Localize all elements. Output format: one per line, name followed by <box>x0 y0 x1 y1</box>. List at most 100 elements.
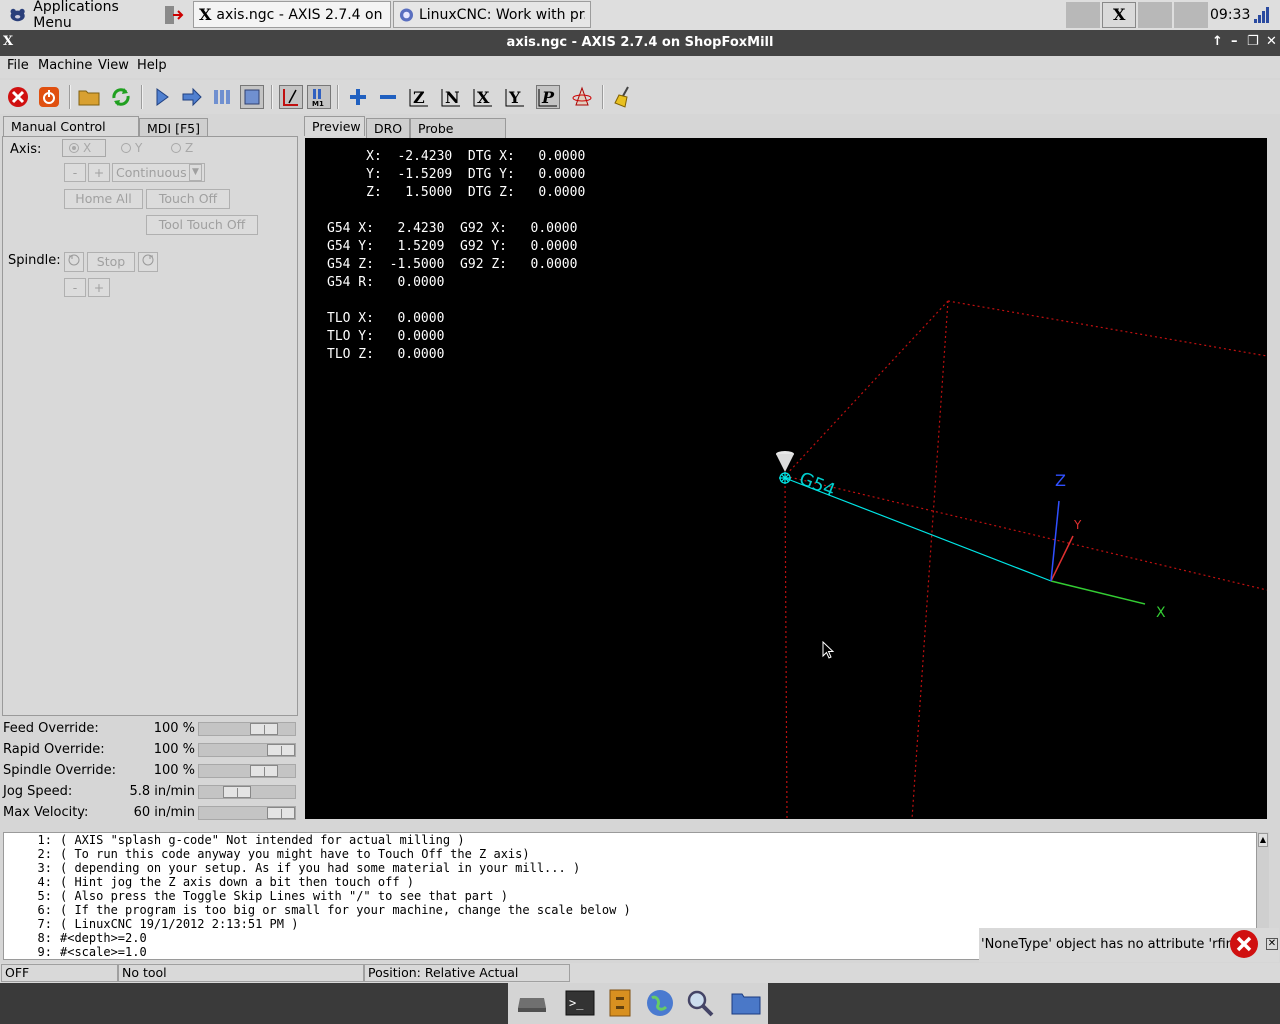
menu-machine[interactable]: Machine <box>38 58 92 73</box>
spindle-faster-button[interactable]: + <box>88 278 110 297</box>
tab-mdi[interactable]: MDI [F5] <box>139 118 208 138</box>
view-y-button[interactable]: Y <box>503 85 527 109</box>
gcode-line[interactable]: 1: ( AXIS "splash g-code" Not intended fo… <box>4 833 1256 847</box>
web-browser-icon[interactable] <box>644 988 676 1018</box>
tab-manual-control[interactable]: Manual Control [F3] <box>3 116 139 153</box>
always-on-top-icon[interactable]: ↑ <box>1212 34 1223 49</box>
view-x-button[interactable]: X <box>471 85 495 109</box>
show-desktop-icon[interactable] <box>516 988 548 1018</box>
pause-program-button[interactable] <box>210 85 234 109</box>
jog-mode-select[interactable]: Continuous ▼ <box>112 163 205 182</box>
preview-canvas[interactable]: X Y Z G54 X: -2.4230 DTG X: 0.0000 Y: -1… <box>305 138 1267 819</box>
spindle-stop-button[interactable]: Stop <box>87 252 135 272</box>
task-browser-window[interactable]: LinuxCNC: Work with pr... <box>393 1 591 28</box>
window-titlebar[interactable]: X axis.ngc - AXIS 2.7.4 on ShopFoxMill ↑… <box>0 30 1280 56</box>
reload-file-button[interactable] <box>109 85 133 109</box>
gcode-line[interactable]: 3: ( depending on your setup. As if you h… <box>4 861 1256 875</box>
minimize-icon[interactable]: – <box>1231 34 1238 49</box>
xfce-mouse-icon <box>10 8 25 21</box>
override-slider[interactable] <box>198 764 296 778</box>
tab-probe-screen[interactable]: Probe Screen <box>410 118 506 155</box>
axis-z-radio[interactable]: Z <box>171 141 193 155</box>
spindle-reverse-button[interactable] <box>64 252 84 272</box>
estop-icon <box>8 87 28 107</box>
tab-preview[interactable]: Preview <box>304 116 365 136</box>
folder-icon[interactable] <box>730 988 762 1018</box>
app-finder-icon[interactable] <box>684 988 716 1018</box>
zoom-out-icon <box>380 95 396 99</box>
slider-thumb[interactable] <box>267 807 295 819</box>
clear-backplot-button[interactable] <box>612 85 636 109</box>
status-bar: OFF No tool Position: Relative Actual <box>0 963 1280 983</box>
menu-file[interactable]: File <box>7 58 29 73</box>
jog-minus-button[interactable]: - <box>64 163 86 182</box>
override-slider[interactable] <box>198 785 296 799</box>
axis-x-radio[interactable]: X <box>62 139 106 157</box>
tool-touch-off-button[interactable]: Tool Touch Off <box>146 215 258 235</box>
override-value: 100 % <box>153 721 195 736</box>
optional-stop-button[interactable]: M1 <box>307 85 331 109</box>
toggle-skip-lines-button[interactable] <box>279 85 303 109</box>
scroll-up-icon[interactable]: ▲ <box>1258 833 1268 847</box>
block-delete-icon <box>283 89 298 106</box>
slider-thumb[interactable] <box>223 786 251 798</box>
svg-text:X: X <box>477 88 490 107</box>
slider-thumb[interactable] <box>267 744 295 756</box>
clock[interactable]: 09:33 <box>1210 1 1250 28</box>
line-text: ( Also press the Toggle Skip Lines with … <box>60 889 508 903</box>
zoom-out-button[interactable] <box>376 85 400 109</box>
gcode-line[interactable]: 2: ( To run this code anyway you might ha… <box>4 847 1256 861</box>
file-manager-icon[interactable] <box>604 988 636 1018</box>
open-file-button[interactable] <box>77 85 101 109</box>
dro-line: TLO X: 0.0000 <box>327 311 445 326</box>
gcode-scrollbar[interactable]: ▲ <box>1257 832 1269 932</box>
launcher-icon[interactable] <box>157 1 189 28</box>
slider-thumb[interactable] <box>250 723 278 735</box>
gcode-line[interactable]: 6: ( If the program is too big or small f… <box>4 903 1256 917</box>
view-perspective-button[interactable]: P <box>536 85 560 109</box>
workspace-2[interactable]: X <box>1102 2 1136 28</box>
menu-view[interactable]: View <box>98 58 129 73</box>
override-slider[interactable] <box>198 806 296 820</box>
view-z-button[interactable]: Z <box>407 85 431 109</box>
menu-help[interactable]: Help <box>137 58 167 73</box>
dismiss-error-button[interactable]: ✕ <box>1266 938 1278 950</box>
line-number: 6: <box>37 903 52 917</box>
spindle-slower-button[interactable]: - <box>64 278 86 297</box>
close-window-icon[interactable]: ✕ <box>1266 34 1277 49</box>
override-slider[interactable] <box>198 722 296 736</box>
radio-dot <box>121 143 131 153</box>
override-value: 100 % <box>153 763 195 778</box>
axis-y-radio[interactable]: Y <box>121 141 142 155</box>
axis-y-text: Y <box>1073 518 1082 532</box>
workspace-1[interactable] <box>1066 2 1100 28</box>
spindle-forward-button[interactable] <box>138 252 158 272</box>
step-program-button[interactable] <box>180 85 204 109</box>
radio-dot <box>69 143 79 153</box>
maximize-icon[interactable]: ❐ <box>1247 34 1259 49</box>
workspace-4[interactable] <box>1174 2 1208 28</box>
machine-power-button[interactable] <box>37 85 61 109</box>
stop-program-button[interactable] <box>240 85 264 109</box>
gcode-line[interactable]: 4: ( Hint jog the Z axis down a bit then … <box>4 875 1256 889</box>
override-slider[interactable] <box>198 743 296 757</box>
task-axis-window[interactable]: X axis.ngc - AXIS 2.7.4 on ... <box>193 1 391 28</box>
dro-line: TLO Z: 0.0000 <box>327 347 445 362</box>
terminal-icon[interactable]: >_ <box>564 988 596 1018</box>
home-all-button[interactable]: Home All <box>64 189 143 209</box>
jog-plus-button[interactable]: + <box>88 163 110 182</box>
rotate-view-button[interactable] <box>570 85 594 109</box>
slider-thumb[interactable] <box>250 765 278 777</box>
tab-dro[interactable]: DRO <box>366 118 410 138</box>
run-program-button[interactable] <box>150 85 174 109</box>
gcode-line[interactable]: 5: ( Also press the Toggle Skip Lines wit… <box>4 889 1256 903</box>
network-indicator[interactable] <box>1252 1 1278 28</box>
estop-button[interactable] <box>6 85 30 109</box>
view-z2-button[interactable]: N <box>439 85 463 109</box>
zoom-in-button[interactable] <box>346 85 370 109</box>
touch-off-button[interactable]: Touch Off <box>146 189 230 209</box>
applications-menu-button[interactable]: Applications Menu <box>2 0 152 31</box>
signal-bars-icon <box>1254 6 1269 23</box>
tool-cone-icon <box>776 451 794 472</box>
workspace-3[interactable] <box>1138 2 1172 28</box>
